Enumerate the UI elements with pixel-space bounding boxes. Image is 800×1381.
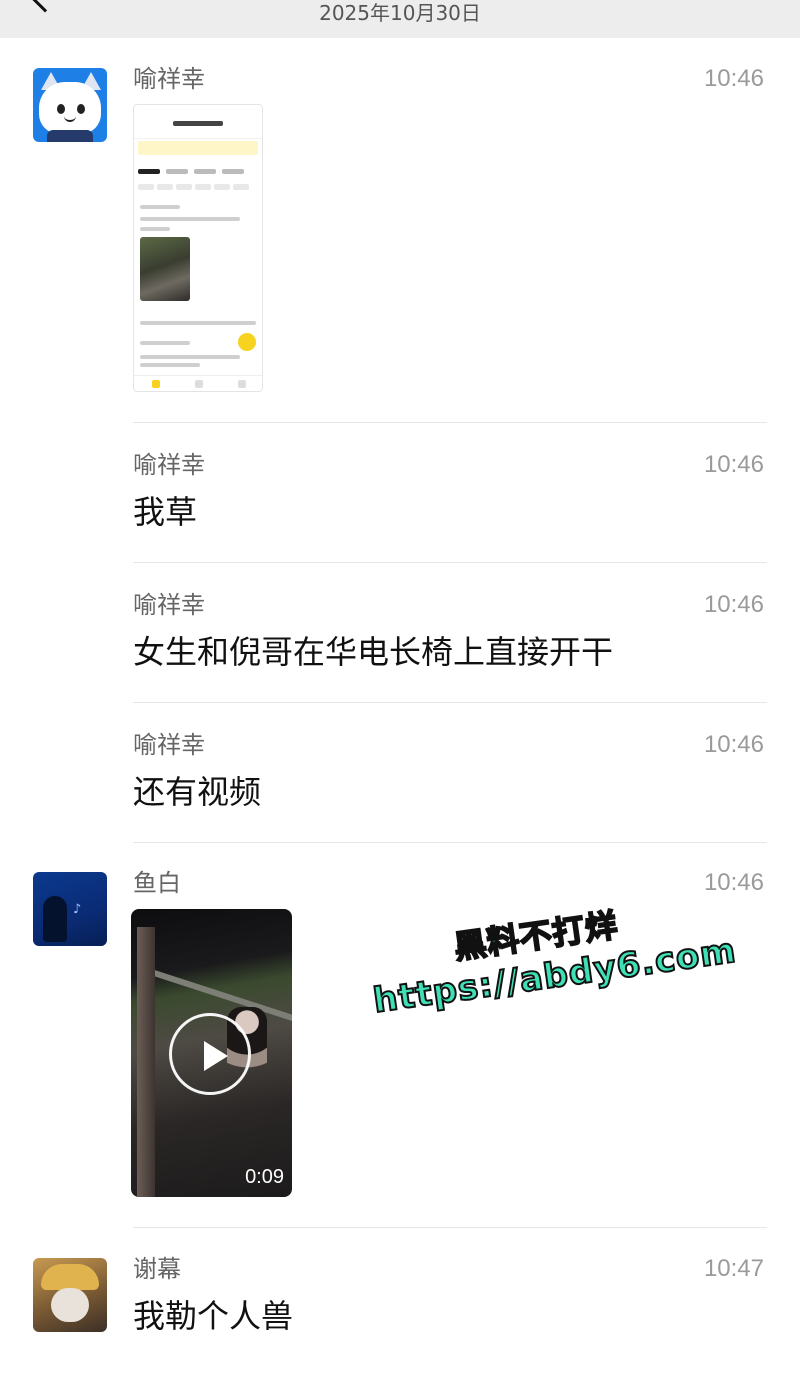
- divider: [133, 422, 767, 423]
- message-text: 还有视频: [133, 773, 262, 811]
- play-icon[interactable]: [169, 1013, 251, 1095]
- divider: [133, 1227, 767, 1228]
- message-text: 我草: [133, 493, 198, 531]
- video-duration: 0:09: [245, 1166, 284, 1188]
- top-bar: 2025年10月30日: [0, 0, 800, 38]
- sender-name: 喻祥幸: [133, 591, 205, 619]
- message-text: 我勒个人兽: [133, 1297, 294, 1335]
- message-time: 10:46: [703, 731, 764, 758]
- sender-name: 喻祥幸: [133, 731, 205, 759]
- sender-name: 喻祥幸: [133, 65, 205, 93]
- watermark: 黑料不打烊 https://abdy6.com: [365, 893, 740, 1024]
- message-time: 10:46: [703, 451, 764, 478]
- message-text: 女生和倪哥在华电长椅上直接开干: [133, 633, 614, 671]
- sender-name: 谢幕: [133, 1255, 181, 1283]
- divider: [133, 702, 767, 703]
- message-time: 10:46: [703, 65, 764, 92]
- divider: [133, 842, 767, 843]
- message-time: 10:46: [703, 591, 764, 618]
- photo-avatar[interactable]: [33, 1258, 107, 1332]
- image-attachment[interactable]: [133, 104, 263, 392]
- divider: [133, 562, 767, 563]
- sender-name: 鱼白: [133, 869, 181, 897]
- night-blue-avatar[interactable]: ♪: [33, 872, 107, 946]
- date-header: 2025年10月30日: [319, 1, 481, 25]
- sender-name: 喻祥幸: [133, 451, 205, 479]
- message-time: 10:46: [703, 869, 764, 896]
- video-attachment[interactable]: 0:09: [131, 909, 292, 1197]
- message-time: 10:47: [703, 1255, 764, 1282]
- cartoon-cat-avatar[interactable]: [33, 68, 107, 142]
